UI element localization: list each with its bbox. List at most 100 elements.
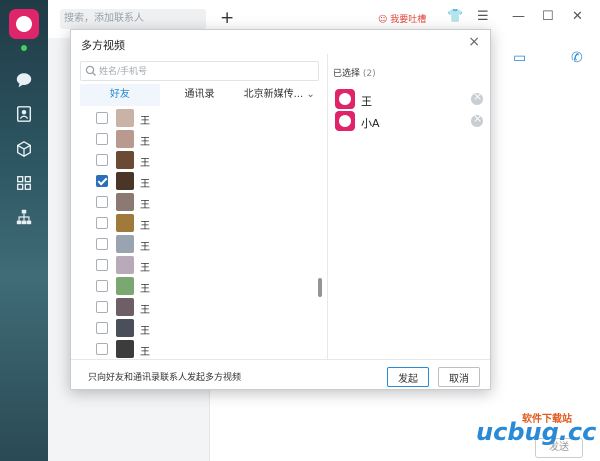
avatar — [335, 111, 355, 131]
contact-name: 王 — [140, 347, 150, 358]
contacts-icon[interactable] — [14, 104, 34, 124]
contact-checkbox[interactable] — [96, 343, 108, 355]
feedback-icon: ☺ — [378, 15, 391, 25]
contact-picker-panel: 好友 通讯录 北京新媒传... 王王王王王王王王王王王王 — [71, 54, 328, 359]
contact-name: 王 — [140, 221, 150, 232]
selected-label: 已选择 — [333, 69, 361, 79]
online-status-dot — [21, 45, 27, 51]
contact-name: 王 — [140, 137, 150, 148]
remove-icon[interactable] — [471, 90, 483, 105]
tab-friends[interactable]: 好友 — [80, 84, 160, 106]
contact-checkbox[interactable] — [96, 112, 108, 124]
contact-name: 王 — [140, 263, 150, 274]
cube-icon[interactable] — [14, 139, 34, 159]
selected-header: 已选择 (2) — [333, 66, 376, 79]
avatar — [116, 151, 134, 169]
table-row[interactable]: 王 — [80, 130, 310, 148]
avatar — [116, 109, 134, 127]
contact-name: 王 — [140, 242, 150, 253]
watermark-subtitle: 软件下载站 — [522, 414, 572, 425]
table-row[interactable]: 王 — [80, 340, 310, 358]
chat-icon[interactable] — [14, 70, 34, 90]
contact-name: 王 — [140, 305, 150, 316]
start-button[interactable]: 发起 — [387, 367, 429, 387]
avatar — [116, 193, 134, 211]
selected-item: 王 — [335, 89, 485, 111]
contact-checkbox[interactable] — [96, 238, 108, 250]
contact-checkbox[interactable] — [96, 301, 108, 313]
avatar — [116, 256, 134, 274]
avatar — [116, 277, 134, 295]
avatar — [116, 214, 134, 232]
menu-icon[interactable]: ☰ — [477, 9, 489, 24]
dialog-title: 多方视频 — [81, 39, 125, 52]
contact-name: 王 — [140, 179, 150, 190]
table-row[interactable]: 王 — [80, 256, 310, 274]
tab-organization-label: 北京新媒传... — [243, 89, 304, 100]
contact-checkbox[interactable] — [96, 217, 108, 229]
watermark-logo: ucbug.cc 软件下载站 — [476, 414, 596, 446]
search-icon — [85, 65, 96, 76]
contact-checkbox[interactable] — [96, 133, 108, 145]
table-row[interactable]: 王 — [80, 214, 310, 232]
app-sidebar — [0, 0, 48, 461]
remove-icon[interactable] — [471, 112, 483, 127]
contact-checkbox[interactable] — [96, 175, 108, 187]
contact-search-box[interactable] — [80, 61, 319, 81]
multi-video-dialog: 多方视频 × 好友 通讯录 北京新媒传... 王王王王王王王王王王王王 已选择 … — [70, 29, 491, 390]
feedback-link[interactable]: ☺ 我要吐槽 — [378, 12, 426, 25]
avatar — [335, 89, 355, 109]
table-row[interactable]: 王 — [80, 298, 310, 316]
apps-grid-icon[interactable] — [14, 173, 34, 193]
contact-checkbox[interactable] — [96, 322, 108, 334]
contact-name: 王 — [140, 158, 150, 169]
window-close-icon[interactable]: ✕ — [572, 9, 583, 24]
avatar — [116, 235, 134, 253]
table-row[interactable]: 王 — [80, 193, 310, 211]
phone-call-icon[interactable]: ✆ — [571, 50, 583, 66]
contact-search-input[interactable] — [99, 64, 314, 79]
org-chart-icon[interactable] — [14, 207, 34, 227]
contact-source-tabs: 好友 通讯录 北京新媒传... — [80, 84, 319, 106]
table-row[interactable]: 王 — [80, 277, 310, 295]
add-contact-button[interactable]: + — [220, 8, 234, 28]
selected-count: (2) — [362, 69, 376, 79]
selected-panel: 已选择 (2) 王 小A — [329, 54, 491, 359]
selected-item-name: 小A — [361, 117, 380, 130]
contact-list[interactable]: 王王王王王王王王王王王王 — [80, 108, 319, 358]
contact-checkbox[interactable] — [96, 196, 108, 208]
video-call-icon[interactable]: ▭ — [513, 50, 526, 66]
selected-item-name: 王 — [361, 95, 372, 108]
table-row[interactable]: 王 — [80, 151, 310, 169]
feedback-label: 我要吐槽 — [390, 15, 427, 25]
avatar — [116, 172, 134, 190]
table-row[interactable]: 王 — [80, 172, 310, 190]
contact-checkbox[interactable] — [96, 280, 108, 292]
contact-name: 王 — [140, 326, 150, 337]
contact-list-scrollbar[interactable] — [318, 278, 322, 297]
tab-address-book[interactable]: 通讯录 — [160, 84, 240, 106]
selected-item: 小A — [335, 111, 485, 133]
minimize-icon[interactable]: — — [512, 9, 525, 24]
app-logo[interactable] — [9, 9, 39, 39]
main-search-input[interactable]: 搜索，添加联系人 — [60, 9, 206, 29]
table-row[interactable]: 王 — [80, 319, 310, 337]
maximize-icon[interactable]: ☐ — [542, 9, 554, 24]
contact-checkbox[interactable] — [96, 259, 108, 271]
avatar — [116, 130, 134, 148]
footer-note: 只向好友和通讯录联系人发起多方视频 — [88, 373, 242, 383]
skin-icon[interactable]: 👕 — [447, 9, 463, 24]
dialog-footer: 只向好友和通讯录联系人发起多方视频 发起 取消 — [71, 359, 490, 389]
table-row[interactable]: 王 — [80, 109, 310, 127]
contact-checkbox[interactable] — [96, 154, 108, 166]
avatar — [116, 298, 134, 316]
avatar — [116, 319, 134, 337]
contact-name: 王 — [140, 116, 150, 127]
contact-name: 王 — [140, 284, 150, 295]
dialog-close-icon[interactable]: × — [468, 34, 480, 50]
table-row[interactable]: 王 — [80, 235, 310, 253]
contact-name: 王 — [140, 200, 150, 211]
tab-organization[interactable]: 北京新媒传... — [239, 84, 319, 106]
cancel-button[interactable]: 取消 — [438, 367, 480, 387]
avatar — [116, 340, 134, 358]
